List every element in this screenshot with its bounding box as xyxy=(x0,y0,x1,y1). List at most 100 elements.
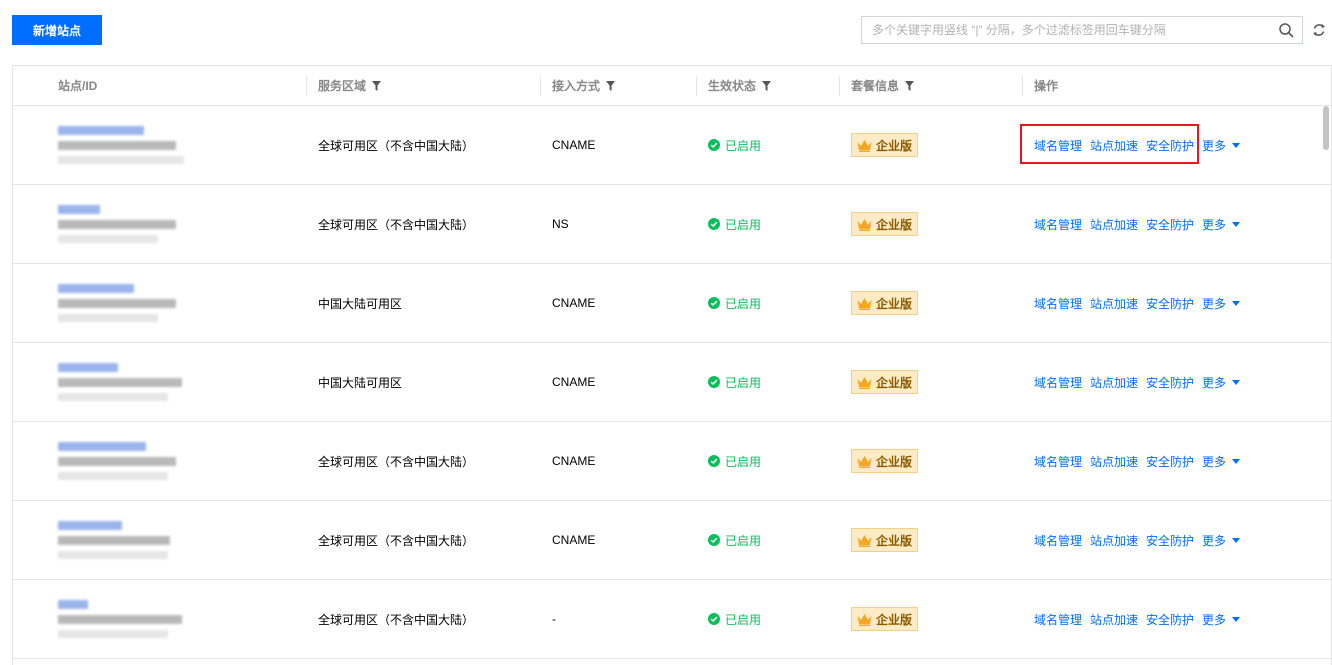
access-cell: NS xyxy=(540,185,696,263)
more-dropdown[interactable]: 更多 xyxy=(1202,453,1241,470)
caret-down-icon[interactable] xyxy=(1232,458,1241,464)
more-label[interactable]: 更多 xyxy=(1202,374,1226,391)
more-dropdown[interactable]: 更多 xyxy=(1202,137,1241,154)
security-protection-link[interactable]: 安全防护 xyxy=(1146,216,1194,233)
row-actions: 域名管理 站点加速 安全防护 更多 xyxy=(1034,374,1241,391)
status-text: 已启用 xyxy=(725,612,762,627)
caret-down-icon[interactable] xyxy=(1232,300,1241,306)
security-protection-link[interactable]: 安全防护 xyxy=(1146,137,1194,154)
more-label[interactable]: 更多 xyxy=(1202,216,1226,233)
column-header-label: 接入方式 xyxy=(552,79,601,93)
status-text: 已启用 xyxy=(725,217,762,232)
scrollbar-thumb[interactable] xyxy=(1323,106,1329,150)
filter-icon[interactable] xyxy=(606,80,616,91)
check-circle-icon xyxy=(708,613,720,625)
security-protection-link[interactable]: 安全防护 xyxy=(1146,611,1194,628)
actions-cell: 域名管理 站点加速 安全防护 更多 xyxy=(1022,343,1322,421)
status-text: 已启用 xyxy=(725,296,762,311)
domain-management-link[interactable]: 域名管理 xyxy=(1034,295,1082,312)
site-acceleration-link[interactable]: 站点加速 xyxy=(1090,611,1138,628)
site-name-redacted[interactable] xyxy=(58,521,122,530)
site-name-redacted[interactable] xyxy=(58,442,146,451)
site-acceleration-link[interactable]: 站点加速 xyxy=(1090,216,1138,233)
security-protection-link[interactable]: 安全防护 xyxy=(1146,295,1194,312)
add-site-button[interactable]: 新增站点 xyxy=(12,15,102,45)
filter-icon[interactable] xyxy=(905,80,915,91)
more-dropdown[interactable]: 更多 xyxy=(1202,374,1241,391)
site-acceleration-link[interactable]: 站点加速 xyxy=(1090,453,1138,470)
site-acceleration-link[interactable]: 站点加速 xyxy=(1090,137,1138,154)
column-header-label: 站点/ID xyxy=(58,79,98,93)
search-input[interactable] xyxy=(862,17,1278,43)
plan-cell: 企业版 xyxy=(839,106,1022,184)
status-cell: 已启用 xyxy=(696,422,839,500)
crown-icon xyxy=(857,139,872,152)
caret-down-icon[interactable] xyxy=(1232,616,1241,622)
more-label[interactable]: 更多 xyxy=(1202,137,1226,154)
site-name-redacted[interactable] xyxy=(58,363,118,372)
more-dropdown[interactable]: 更多 xyxy=(1202,611,1241,628)
column-header-site: 站点/ID xyxy=(13,66,306,105)
security-protection-link[interactable]: 安全防护 xyxy=(1146,374,1194,391)
row-actions: 域名管理 站点加速 安全防护 更多 xyxy=(1034,216,1241,233)
table-body: 全球可用区（不含中国大陆） CNAME 已启用 企业版 域名管理 站点加速 安全… xyxy=(13,106,1331,659)
more-label[interactable]: 更多 xyxy=(1202,453,1226,470)
status-badge: 已启用 xyxy=(708,216,761,233)
site-id-redacted xyxy=(58,615,182,624)
more-label[interactable]: 更多 xyxy=(1202,532,1226,549)
filter-icon[interactable] xyxy=(762,80,772,91)
site-cell xyxy=(13,580,306,658)
plan-cell: 企业版 xyxy=(839,264,1022,342)
domain-management-link[interactable]: 域名管理 xyxy=(1034,216,1082,233)
domain-management-link[interactable]: 域名管理 xyxy=(1034,374,1082,391)
domain-management-link[interactable]: 域名管理 xyxy=(1034,611,1082,628)
plan-text: 企业版 xyxy=(876,533,913,548)
more-dropdown[interactable]: 更多 xyxy=(1202,216,1241,233)
security-protection-link[interactable]: 安全防护 xyxy=(1146,453,1194,470)
more-dropdown[interactable]: 更多 xyxy=(1202,295,1241,312)
more-label[interactable]: 更多 xyxy=(1202,611,1226,628)
plan-text: 企业版 xyxy=(876,138,913,153)
site-name-redacted[interactable] xyxy=(58,126,144,135)
region-cell: 全球可用区（不含中国大陆） xyxy=(306,422,540,500)
row-actions: 域名管理 站点加速 安全防护 更多 xyxy=(1034,611,1241,628)
site-name-redacted[interactable] xyxy=(58,205,100,214)
caret-down-icon[interactable] xyxy=(1232,221,1241,227)
site-acceleration-link[interactable]: 站点加速 xyxy=(1090,374,1138,391)
column-header-plan: 套餐信息 xyxy=(839,66,1022,105)
crown-icon xyxy=(857,297,872,310)
domain-management-link[interactable]: 域名管理 xyxy=(1034,532,1082,549)
region-cell: 全球可用区（不含中国大陆） xyxy=(306,580,540,658)
column-divider xyxy=(839,76,840,96)
filter-icon[interactable] xyxy=(372,80,382,91)
refresh-icon[interactable] xyxy=(1311,22,1327,38)
site-acceleration-link[interactable]: 站点加速 xyxy=(1090,532,1138,549)
site-extra-redacted xyxy=(58,393,168,401)
status-cell: 已启用 xyxy=(696,501,839,579)
caret-down-icon[interactable] xyxy=(1232,537,1241,543)
access-cell: CNAME xyxy=(540,343,696,421)
plan-text: 企业版 xyxy=(876,454,913,469)
more-label[interactable]: 更多 xyxy=(1202,295,1226,312)
access-text: CNAME xyxy=(552,375,596,389)
search-icon[interactable] xyxy=(1278,22,1294,38)
caret-down-icon[interactable] xyxy=(1232,142,1241,148)
caret-down-icon[interactable] xyxy=(1232,379,1241,385)
search-box[interactable] xyxy=(861,16,1303,44)
site-cell xyxy=(13,106,306,184)
table-row: 中国大陆可用区 CNAME 已启用 企业版 域名管理 站点加速 安全防护 更多 xyxy=(13,264,1331,343)
column-divider xyxy=(306,76,307,96)
domain-management-link[interactable]: 域名管理 xyxy=(1034,453,1082,470)
plan-cell: 企业版 xyxy=(839,580,1022,658)
more-dropdown[interactable]: 更多 xyxy=(1202,532,1241,549)
site-acceleration-link[interactable]: 站点加速 xyxy=(1090,295,1138,312)
site-name-redacted[interactable] xyxy=(58,284,134,293)
region-cell: 中国大陆可用区 xyxy=(306,343,540,421)
status-text: 已启用 xyxy=(725,375,762,390)
site-name-redacted[interactable] xyxy=(58,600,88,609)
access-cell: CNAME xyxy=(540,106,696,184)
security-protection-link[interactable]: 安全防护 xyxy=(1146,532,1194,549)
scrollbar[interactable] xyxy=(1321,106,1331,665)
actions-cell: 域名管理 站点加速 安全防护 更多 xyxy=(1022,106,1322,184)
domain-management-link[interactable]: 域名管理 xyxy=(1034,137,1082,154)
